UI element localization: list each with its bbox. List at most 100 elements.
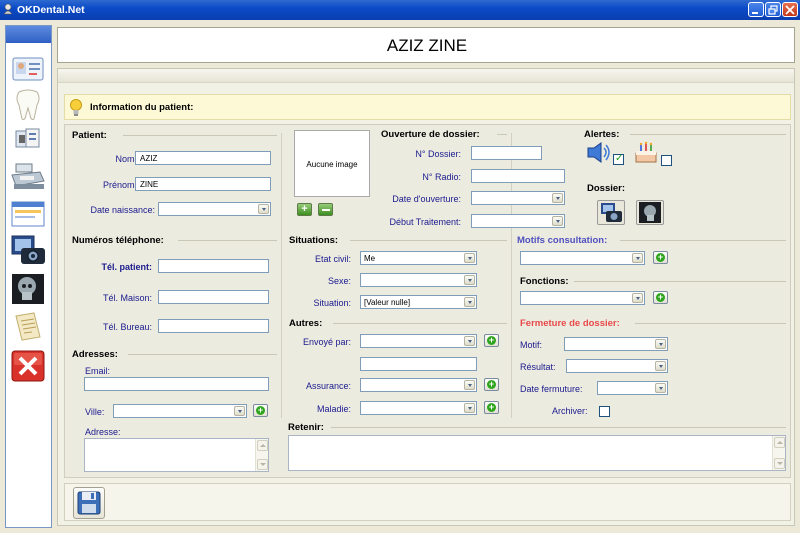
close-window-button[interactable] xyxy=(782,2,798,17)
sound-alert-icon[interactable] xyxy=(585,142,613,166)
nom-field[interactable]: AZIZ xyxy=(135,151,271,165)
remove-photo-button[interactable] xyxy=(318,203,333,216)
radio-label: N° Radio: xyxy=(422,172,461,182)
save-button[interactable] xyxy=(73,487,105,519)
birthday-alert-checkbox[interactable] xyxy=(661,155,672,166)
date-naissance-picker[interactable] xyxy=(158,202,271,216)
date-fermeture-label: Date fermuture: xyxy=(520,384,583,394)
sidebar-item-xray[interactable] xyxy=(10,272,46,306)
xray-icon xyxy=(639,202,661,223)
add-ville-button[interactable] xyxy=(253,404,268,417)
birthday-cake-icon[interactable] xyxy=(633,141,659,165)
sidebar-item-camera[interactable] xyxy=(10,233,46,267)
divider xyxy=(281,133,282,418)
dossier-xray-button[interactable] xyxy=(636,200,664,225)
sidebar-item-tooth[interactable] xyxy=(10,88,46,122)
maladie-select[interactable] xyxy=(360,401,477,415)
dossier-label: N° Dossier: xyxy=(415,149,461,159)
email-field[interactable] xyxy=(84,377,269,391)
tel-bureau-label: Tél. Bureau: xyxy=(102,322,152,332)
chevron-down-icon xyxy=(234,406,245,416)
envoye-par-detail-field[interactable] xyxy=(360,357,477,371)
patient-header: AZIZ ZINE xyxy=(57,27,795,63)
assurance-select[interactable] xyxy=(360,378,477,392)
sidebar-item-close[interactable] xyxy=(10,349,46,383)
add-envoye-par-button[interactable] xyxy=(484,334,499,347)
xray-icon xyxy=(12,274,44,304)
fonctions-select[interactable] xyxy=(520,291,645,305)
resultat-select[interactable] xyxy=(566,359,668,373)
retenir-field[interactable] xyxy=(288,435,786,471)
tel-maison-field[interactable] xyxy=(158,290,269,304)
tel-bureau-field[interactable] xyxy=(158,319,269,333)
chevron-down-icon xyxy=(464,297,475,307)
archiver-checkbox[interactable] xyxy=(599,406,610,417)
motifs-select[interactable] xyxy=(520,251,645,265)
chevron-down-icon xyxy=(552,216,563,226)
add-fonction-button[interactable] xyxy=(653,291,668,304)
documents-icon xyxy=(15,128,40,148)
scroll-down-icon[interactable] xyxy=(257,459,268,470)
sound-alert-checkbox[interactable] xyxy=(613,153,624,165)
chevron-down-icon xyxy=(464,403,475,413)
title-bar: OKDental.Net xyxy=(0,0,800,20)
add-assurance-button[interactable] xyxy=(484,378,499,391)
scroll-down-icon[interactable] xyxy=(774,458,785,469)
add-maladie-button[interactable] xyxy=(484,401,499,414)
info-title: Information du patient: xyxy=(90,102,194,113)
situation-select[interactable]: [Valeur nulle] xyxy=(360,295,477,309)
debut-traitement-picker[interactable] xyxy=(471,214,565,228)
etat-civil-label: Etat civil: xyxy=(314,254,351,264)
chevron-down-icon xyxy=(464,380,475,390)
sidebar-item-cash-register[interactable] xyxy=(10,159,46,193)
photo-placeholder: Aucune image xyxy=(306,160,358,169)
assurance-label: Assurance: xyxy=(305,381,351,391)
patient-photo[interactable]: Aucune image xyxy=(294,130,370,197)
situation-label: Situation: xyxy=(313,298,351,308)
radio-field[interactable] xyxy=(471,169,565,183)
telephone-section-title: Numéros téléphone: xyxy=(72,235,164,246)
camera-icon xyxy=(11,235,45,264)
maximize-button[interactable] xyxy=(765,2,781,17)
sidebar-item-notes[interactable] xyxy=(10,310,46,344)
envoye-par-select[interactable] xyxy=(360,334,477,348)
tel-maison-label: Tél. Maison: xyxy=(102,293,152,303)
sidebar-item-patient[interactable] xyxy=(10,53,46,87)
sexe-select[interactable] xyxy=(360,273,477,287)
scroll-up-icon[interactable] xyxy=(774,437,785,448)
divider xyxy=(635,323,786,324)
dossier-section-title: Dossier: xyxy=(587,183,626,194)
add-motif-button[interactable] xyxy=(653,251,668,264)
tel-patient-field[interactable] xyxy=(158,259,269,273)
sidebar-item-window[interactable] xyxy=(10,196,46,230)
notes-icon xyxy=(15,312,41,341)
prenom-field[interactable]: ZINE xyxy=(135,177,271,191)
dossier-field[interactable] xyxy=(471,146,542,160)
debut-traitement-label: Début Traitement: xyxy=(389,217,461,227)
chevron-down-icon xyxy=(655,339,666,349)
divider xyxy=(350,240,507,241)
form-area: Patient: Nom: AZIZ Prénom: ZINE Date nai… xyxy=(64,124,791,478)
etat-civil-select[interactable]: Me xyxy=(360,251,477,265)
chevron-down-icon xyxy=(655,383,666,393)
dossier-camera-button[interactable] xyxy=(597,200,625,225)
adresse-label: Adresse: xyxy=(85,427,121,437)
minimize-button[interactable] xyxy=(748,2,764,17)
ville-select[interactable] xyxy=(113,404,247,418)
add-photo-button[interactable] xyxy=(297,203,312,216)
minimize-icon xyxy=(752,12,758,14)
adresse-field[interactable] xyxy=(84,438,269,472)
restore-icon xyxy=(768,5,778,15)
camera-icon xyxy=(601,203,622,222)
scroll-up-icon[interactable] xyxy=(257,440,268,451)
divider xyxy=(331,427,786,428)
scrollbar[interactable] xyxy=(772,436,785,470)
chevron-down-icon xyxy=(464,275,475,285)
fermeture-motif-select[interactable] xyxy=(564,337,668,351)
sidebar-item-documents[interactable] xyxy=(10,123,46,157)
date-ouverture-picker[interactable] xyxy=(471,191,565,205)
scrollbar[interactable] xyxy=(255,439,268,471)
close-icon xyxy=(785,5,795,15)
email-label: Email: xyxy=(85,366,111,376)
date-fermeture-picker[interactable] xyxy=(597,381,668,395)
